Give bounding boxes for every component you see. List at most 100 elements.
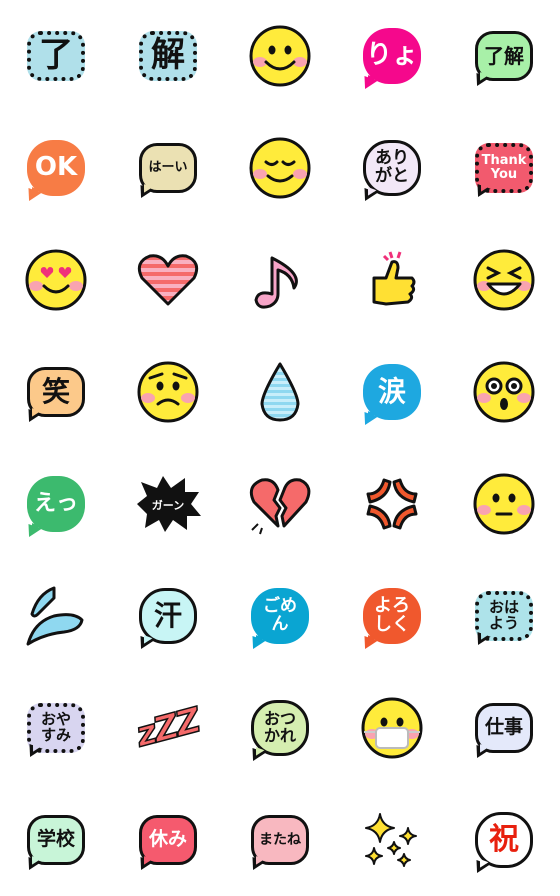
speech-bubble: 了: [27, 31, 85, 81]
bubble-tail: [24, 856, 42, 874]
sticker-namida[interactable]: 涙: [336, 336, 448, 448]
sticker-ohayou[interactable]: おは よう: [448, 560, 560, 672]
thumb-icon: [372, 251, 416, 306]
worried-face[interactable]: [112, 336, 224, 448]
speech-bubble: 了解: [472, 31, 533, 90]
surprised-face-icon: [473, 361, 535, 423]
speech-bubble: 休み: [136, 815, 197, 874]
burst-text: ガーン: [151, 499, 185, 512]
hearteyes-face-icon: [25, 249, 87, 311]
bubble-tail: [24, 408, 42, 426]
zzz-icon[interactable]: zZZ: [112, 672, 224, 784]
bubble-text: 了解: [484, 43, 524, 68]
sparkles-icon: [365, 813, 417, 867]
neutral-face-icon: [473, 473, 535, 535]
sparkles-icon[interactable]: [336, 784, 448, 896]
bubble-tail: [472, 744, 490, 762]
bubble-text: 解: [151, 35, 185, 76]
water-drop-icon[interactable]: [224, 336, 336, 448]
bubble-tail: [136, 635, 154, 653]
music-note-icon[interactable]: [224, 224, 336, 336]
bubble-text: 汗: [153, 599, 182, 633]
bubble-tail: [248, 747, 266, 765]
bubble-tail: [248, 635, 266, 653]
bubble-text: またね: [259, 831, 301, 848]
bubble-tail: [360, 187, 378, 205]
bubble-tail: [360, 411, 378, 429]
bubble-text: はーい: [148, 160, 188, 176]
speech-bubble: えっ: [24, 476, 85, 541]
striped-heart-icon[interactable]: [112, 224, 224, 336]
bubble-text: 了: [39, 35, 73, 76]
zzz-text: zZZ: [132, 700, 205, 756]
sticker-ase[interactable]: 汗: [112, 560, 224, 672]
sticker-ryo[interactable]: 了: [0, 0, 112, 112]
smile-face[interactable]: [224, 0, 336, 112]
speech-bubble: あり がと: [360, 140, 421, 205]
sticker-ryokai[interactable]: 了解: [448, 0, 560, 112]
content-face[interactable]: [224, 112, 336, 224]
thumbs-up-icon[interactable]: [336, 224, 448, 336]
sticker-haai[interactable]: はーい: [112, 112, 224, 224]
bubble-tail: [136, 856, 154, 874]
bubble-tail: [473, 631, 491, 649]
speech-bubble: Thank You: [473, 143, 533, 201]
sticker-gakkou[interactable]: 学校: [0, 784, 112, 896]
sweat-drops-icon[interactable]: [0, 560, 112, 672]
speech-bubble: ごめ ん: [248, 588, 309, 653]
bubble-text: ごめ ん: [263, 596, 297, 634]
bubble-tail: [24, 187, 42, 205]
broken-heart-icon[interactable]: [224, 448, 336, 560]
sticker-gomen[interactable]: ごめ ん: [224, 560, 336, 672]
laughing-face[interactable]: [448, 224, 560, 336]
speech-bubble: 祝: [472, 812, 533, 877]
bubble-text: りょ: [366, 40, 419, 71]
speech-bubble: はーい: [136, 143, 197, 202]
bubble-text: 涙: [377, 375, 406, 409]
sticker-ok[interactable]: OK: [0, 112, 112, 224]
sticker-ryo-pink[interactable]: りょ: [336, 0, 448, 112]
speech-bubble: 学校: [24, 815, 85, 874]
sticker-thank-you[interactable]: Thank You: [448, 112, 560, 224]
speech-bubble: 解: [139, 31, 197, 81]
bubble-tail: [472, 72, 490, 90]
bubble-text: 笑: [41, 375, 70, 409]
mask-face[interactable]: [336, 672, 448, 784]
bubble-tail: [25, 743, 43, 761]
sticker-warai[interactable]: 笑: [0, 336, 112, 448]
sticker-arigato[interactable]: あり がと: [336, 112, 448, 224]
speech-bubble: よろ しく: [360, 588, 421, 653]
surprised-face[interactable]: [448, 336, 560, 448]
sticker-matane[interactable]: またね: [224, 784, 336, 896]
bubble-tail: [24, 523, 42, 541]
neutral-face[interactable]: [448, 448, 560, 560]
speech-bubble: おつ かれ: [248, 700, 309, 765]
sticker-yoroshiku[interactable]: よろ しく: [336, 560, 448, 672]
speech-bubble: 仕事: [472, 703, 533, 762]
bubble-text: 祝: [489, 822, 519, 858]
sticker-shigoto[interactable]: 仕事: [448, 672, 560, 784]
bubble-text: 仕事: [484, 716, 523, 739]
sticker-e[interactable]: えっ: [0, 448, 112, 560]
bubble-text: 休み: [148, 828, 187, 851]
heart-eyes-face[interactable]: [0, 224, 112, 336]
sticker-oyasumi[interactable]: おや すみ: [0, 672, 112, 784]
sticker-gaan[interactable]: ガーン: [112, 448, 224, 560]
bubble-tail: [360, 75, 378, 93]
speech-bubble: りょ: [360, 28, 421, 93]
brokenheart-icon: [249, 478, 311, 535]
speech-bubble: またね: [248, 815, 309, 874]
note-icon: [254, 256, 298, 309]
bubble-text: おは よう: [488, 598, 519, 632]
anger-icon[interactable]: [336, 448, 448, 560]
sticker-otsukare[interactable]: おつ かれ: [224, 672, 336, 784]
bubble-tail: [248, 856, 266, 874]
worried-face-icon: [137, 361, 199, 423]
sticker-kai[interactable]: 解: [112, 0, 224, 112]
laugh-face-icon: [473, 249, 535, 311]
bubble-text: 学校: [36, 828, 75, 851]
sticker-yasumi[interactable]: 休み: [112, 784, 224, 896]
speech-bubble: 汗: [136, 588, 197, 653]
bubble-tail: [473, 183, 491, 201]
sticker-iwai[interactable]: 祝: [448, 784, 560, 896]
